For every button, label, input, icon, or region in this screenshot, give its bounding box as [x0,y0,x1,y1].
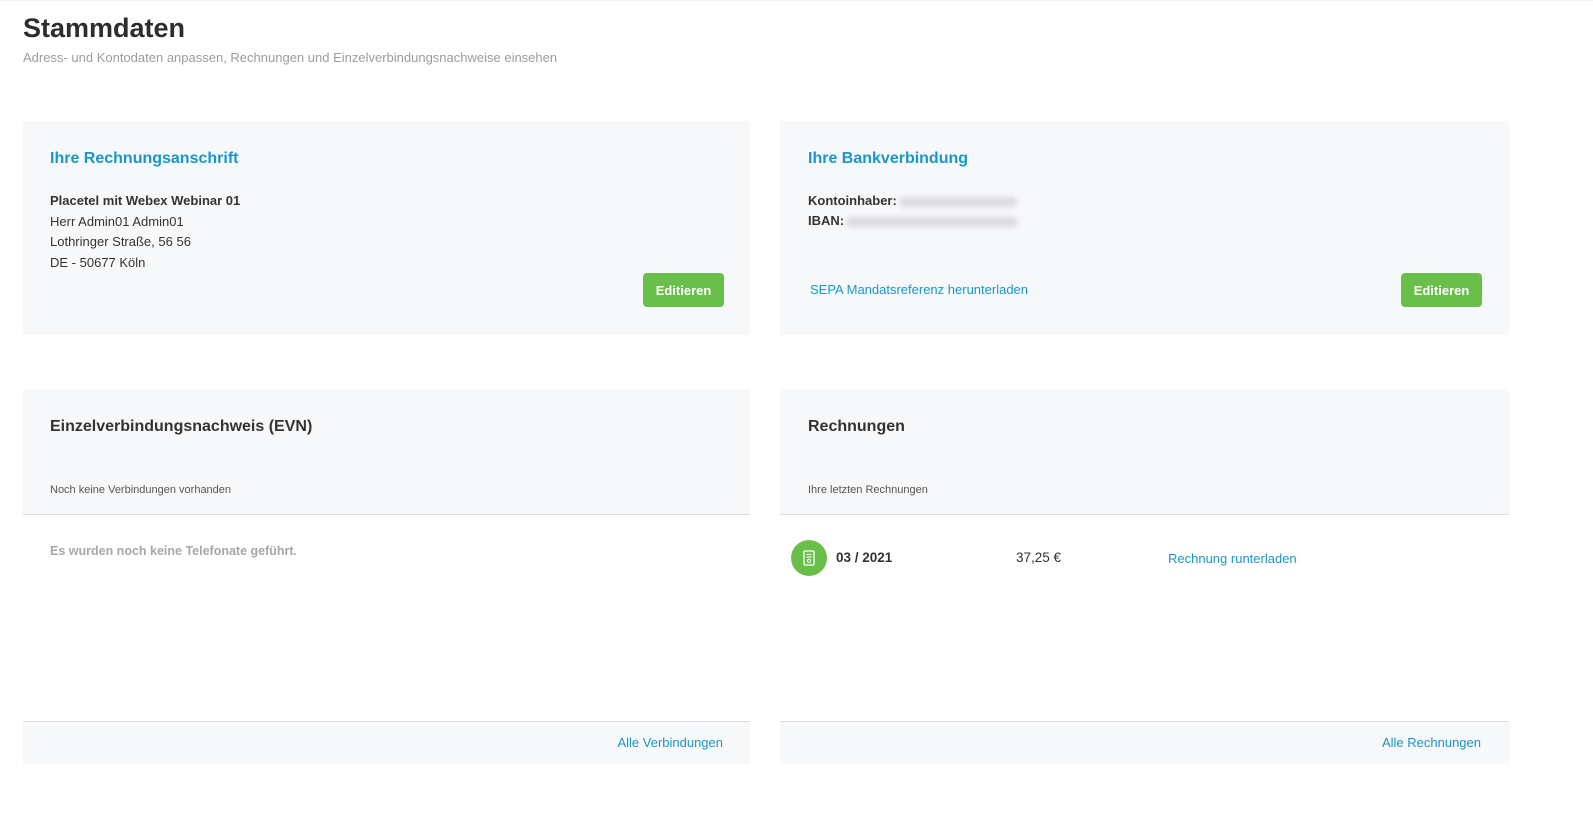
all-connections-link[interactable]: Alle Verbindungen [617,735,723,750]
evn-title: Einzelverbindungsnachweis (EVN) [50,418,313,435]
edit-bank-button[interactable]: Editieren [1401,273,1482,307]
invoice-period: 03 / 2021 [836,550,893,565]
invoice-document-icon [791,540,827,576]
contact-name: Herr Admin01 Admin01 [50,213,184,229]
evn-card: Einzelverbindungsnachweis (EVN) Noch kei… [23,389,750,764]
invoices-bottom-divider [780,721,1509,722]
evn-empty-message: Es wurden noch keine Telefonate geführt. [50,544,298,558]
all-invoices-link[interactable]: Alle Rechnungen [1382,735,1481,750]
invoice-amount: 37,25 € [1016,550,1062,565]
sepa-download-link[interactable]: SEPA Mandatsreferenz herunterladen [810,282,1028,297]
account-holder-value-blurred [898,196,1017,207]
evn-bottom-divider [23,721,750,722]
company-name: Placetel mit Webex Webinar 01 [50,193,241,208]
billing-address-title: Ihre Rechnungsanschrift [50,150,239,167]
invoices-top-divider [780,514,1509,515]
evn-subtitle: Noch keine Verbindungen vorhanden [50,484,232,496]
invoice-download-link[interactable]: Rechnung runterladen [1168,551,1297,566]
iban-row: IBAN: [808,213,1019,228]
bank-card: Ihre Bankverbindung Kontoinhaber: IBAN: … [780,121,1509,335]
page-title: Stammdaten [23,13,186,43]
invoices-content: 03 / 2021 37,25 € Rechnung runterladen [780,514,1509,721]
invoices-title: Rechnungen [808,418,905,435]
evn-content: Es wurden noch keine Telefonate geführt. [23,514,750,721]
account-holder-row: Kontoinhaber: [808,193,1017,208]
iban-label: IBAN: [808,213,845,228]
invoices-card: Rechnungen Ihre letzten Rechnungen 03 / … [780,389,1509,764]
city-address: DE - 50677 Köln [50,254,146,270]
invoices-subtitle: Ihre letzten Rechnungen [808,484,928,496]
street-address: Lothringer Straße, 56 56 [50,234,191,249]
billing-address-card: Ihre Rechnungsanschrift Placetel mit Web… [23,121,750,335]
billing-address-block: Placetel mit Webex Webinar 01 Herr Admin… [50,191,240,273]
iban-value-blurred [846,216,1019,227]
evn-top-divider [23,514,750,515]
account-holder-label: Kontoinhaber: [808,193,897,208]
bank-title: Ihre Bankverbindung [808,150,969,167]
top-border [0,0,1593,1]
edit-address-button[interactable]: Editieren [643,273,724,307]
page-subtitle: Adress- und Kontodaten anpassen, Rechnun… [23,50,558,65]
